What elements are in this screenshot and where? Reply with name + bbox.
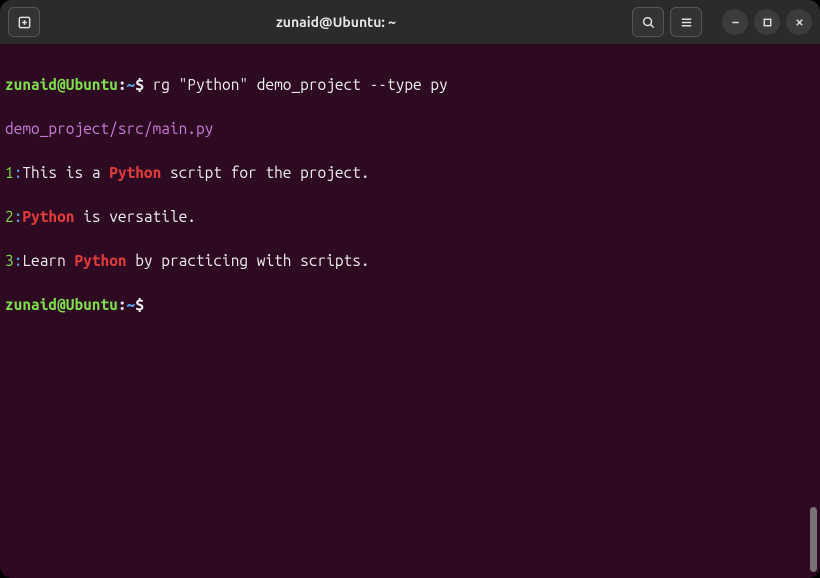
new-tab-button[interactable] (8, 7, 40, 37)
match-highlight: Python (74, 252, 126, 269)
match-highlight: Python (109, 164, 161, 181)
result-file-path: demo_project/src/main.py (5, 118, 815, 140)
terminal-window: zunaid@Ubuntu: ~ zunaid@Ubuntu:~$ rg "Py… (0, 0, 820, 578)
prompt-line-1: zunaid@Ubuntu:~$ rg "Python" demo_projec… (5, 74, 815, 96)
prompt-cwd: ~ (127, 76, 136, 93)
scrollbar-thumb[interactable] (810, 507, 817, 572)
search-button[interactable] (632, 7, 664, 37)
terminal-body[interactable]: zunaid@Ubuntu:~$ rg "Python" demo_projec… (0, 44, 820, 578)
menu-button[interactable] (670, 7, 702, 37)
prompt-user: zunaid@Ubuntu (5, 76, 118, 93)
match-line: 3:Learn Python by practicing with script… (5, 250, 815, 272)
maximize-button[interactable] (754, 9, 780, 35)
line-number: 3 (5, 252, 14, 269)
close-button[interactable] (786, 9, 812, 35)
command-text: rg "Python" demo_project --type py (153, 76, 448, 93)
line-number: 2 (5, 208, 14, 225)
window-title: zunaid@Ubuntu: ~ (46, 14, 626, 30)
titlebar: zunaid@Ubuntu: ~ (0, 0, 820, 44)
match-line: 2:Python is versatile. (5, 206, 815, 228)
match-highlight: Python (22, 208, 74, 225)
line-number: 1 (5, 164, 14, 181)
minimize-button[interactable] (722, 9, 748, 35)
match-line: 1:This is a Python script for the projec… (5, 162, 815, 184)
prompt-line-2: zunaid@Ubuntu:~$ (5, 294, 815, 316)
